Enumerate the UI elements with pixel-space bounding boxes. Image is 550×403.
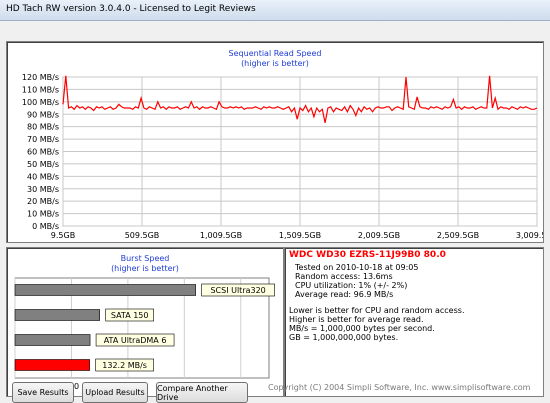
- seq-ytick-label: 120 MB/s: [22, 73, 59, 82]
- window-title: HD Tach RW version 3.0.4.0 - Licensed to…: [6, 4, 256, 14]
- window-body: Sequential Read Speed (higher is better)…: [0, 21, 550, 403]
- burst-bar-label: ATA UltraDMA 6: [104, 336, 167, 345]
- seq-ytick-label: 50 MB/s: [27, 160, 59, 169]
- seq-xtick-label: 509.5GB: [125, 231, 160, 240]
- cpu-utilization: CPU utilization: 1% (+/- 2%): [295, 281, 408, 290]
- burst-bar: [14, 334, 91, 346]
- sequential-read-chart: 0 MB/s 10 MB/s 20 MB/s 30 MB/s 40 MB/s 50 MB/…: [22, 73, 543, 240]
- compare-another-drive-button[interactable]: Compare Another Drive: [156, 382, 248, 403]
- seq-ytick-label: 70 MB/s: [27, 135, 59, 144]
- seq-xtick-label: 9.5GB: [51, 231, 75, 240]
- seq-ytick-label: 30 MB/s: [27, 185, 59, 194]
- seq-ytick-label: 110 MB/s: [22, 85, 59, 94]
- note-mbs: MB/s = 1,000,000 bytes per second.: [289, 324, 435, 333]
- seq-ytick-label: 10 MB/s: [27, 210, 59, 219]
- seq-xtick-label: 1,009.5GB: [200, 231, 242, 240]
- test-date: Tested on 2010-10-18 at 09:05: [295, 263, 419, 272]
- burst-bar-label: SCSI Ultra320: [210, 286, 265, 295]
- burst-bar: [14, 359, 90, 371]
- seq-xtick-label: 2,009.5GB: [358, 231, 400, 240]
- seq-xtick-label: 1,509.5GB: [279, 231, 321, 240]
- burst-speed-chart: 0100200300400SCSI Ultra320SATA 150ATA Ul…: [12, 277, 275, 391]
- seq-ytick-label: 90 MB/s: [27, 110, 59, 119]
- seq-ytick-label: 20 MB/s: [27, 197, 59, 206]
- note-gb: GB = 1,000,000,000 bytes.: [289, 333, 399, 342]
- burst-bar-label: 132.2 MB/s: [102, 361, 147, 370]
- seq-xtick-label: 3,009.5GB: [516, 231, 543, 240]
- burst-bar: [14, 284, 196, 296]
- random-access: Random access: 13.6ms: [295, 272, 393, 281]
- burst-speed-panel: Burst Speed (higher is better) 010020030…: [6, 247, 284, 397]
- copyright-footer: Copyright (C) 2004 Simpli Software, Inc.…: [268, 383, 531, 392]
- title-bar: HD Tach RW version 3.0.4.0 - Licensed to…: [0, 0, 550, 21]
- burst-bar-label: SATA 150: [111, 311, 149, 320]
- note-cpu: Lower is better for CPU and random acces…: [289, 306, 465, 315]
- save-results-button[interactable]: Save Results: [12, 382, 74, 403]
- seq-xtick-label: 2,509.5GB: [437, 231, 479, 240]
- seq-ytick-label: 40 MB/s: [27, 172, 59, 181]
- sequential-read-panel: Sequential Read Speed (higher is better)…: [6, 41, 544, 243]
- drive-info-panel: WDC WD30 EZRS-11J99B0 80.0 Tested on 201…: [284, 247, 544, 397]
- seq-ytick-label: 100 MB/s: [22, 98, 59, 107]
- note-average: Higher is better for average read.: [289, 315, 424, 324]
- seq-ytick-label: 60 MB/s: [27, 148, 59, 157]
- seq-ytick-label: 80 MB/s: [27, 123, 59, 132]
- average-read: Average read: 96.9 MB/s: [295, 290, 394, 299]
- upload-results-button[interactable]: Upload Results: [82, 382, 148, 403]
- drive-model: WDC WD30 EZRS-11J99B0 80.0: [289, 250, 446, 260]
- seq-ytick-label: 0 MB/s: [32, 222, 59, 231]
- burst-bar: [14, 309, 100, 321]
